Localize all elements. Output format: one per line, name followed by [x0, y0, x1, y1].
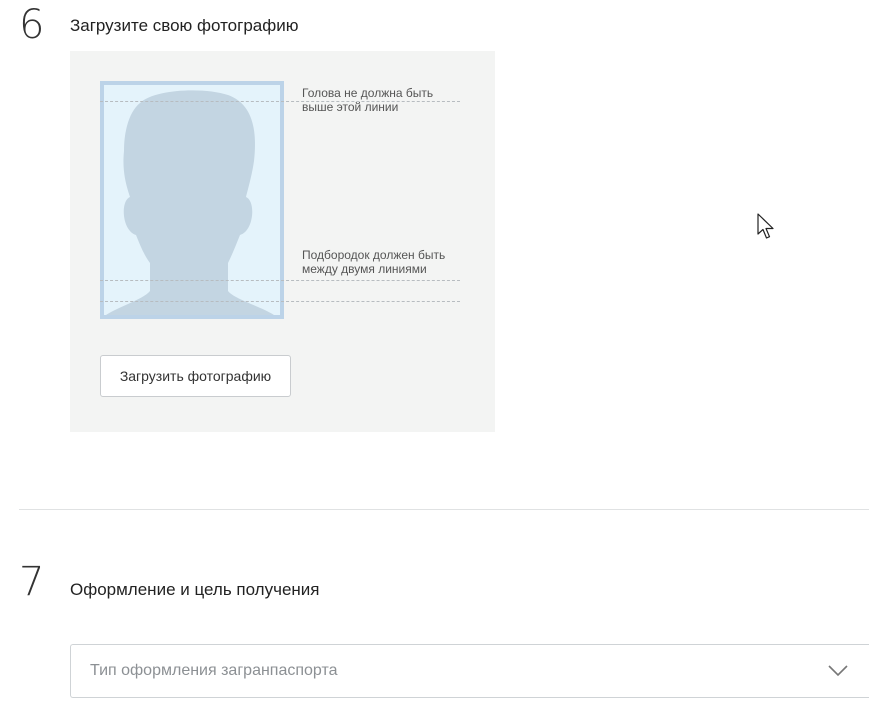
chin-lower-guide-line — [100, 301, 460, 302]
chin-hint-line2: между двумя линиями — [302, 262, 427, 276]
step-title-registration: Оформление и цель получения — [70, 580, 320, 599]
head-limit-hint-line2: выше этой линии — [302, 100, 399, 114]
chin-upper-guide-line — [100, 280, 460, 281]
page: 6 Загрузите свою фотографию Голова не до… — [0, 0, 869, 709]
chin-hint-line1: Подбородок должен быть — [302, 248, 446, 262]
passport-type-select[interactable]: Тип оформления загранпаспорта — [70, 644, 869, 698]
passport-type-placeholder: Тип оформления загранпаспорта — [90, 662, 338, 679]
photo-upload-panel: Голова не должна быть выше этой линии По… — [70, 51, 495, 432]
head-limit-hint-line1: Голова не должна быть — [302, 86, 434, 100]
photo-preview-frame — [100, 81, 284, 319]
upload-photo-button[interactable]: Загрузить фотографию — [100, 355, 291, 397]
step-number-6: 6 — [19, 2, 45, 48]
chevron-down-icon[interactable] — [827, 664, 849, 678]
step-title-photo: Загрузите свою фотографию — [70, 16, 299, 35]
head-limit-hint: Голова не должна быть выше этой линии — [302, 86, 433, 114]
section-divider — [19, 509, 869, 510]
mouse-pointer-icon — [757, 213, 774, 239]
step-number-7: 7 — [19, 559, 45, 605]
chin-hint: Подбородок должен быть между двумя линия… — [302, 248, 445, 276]
